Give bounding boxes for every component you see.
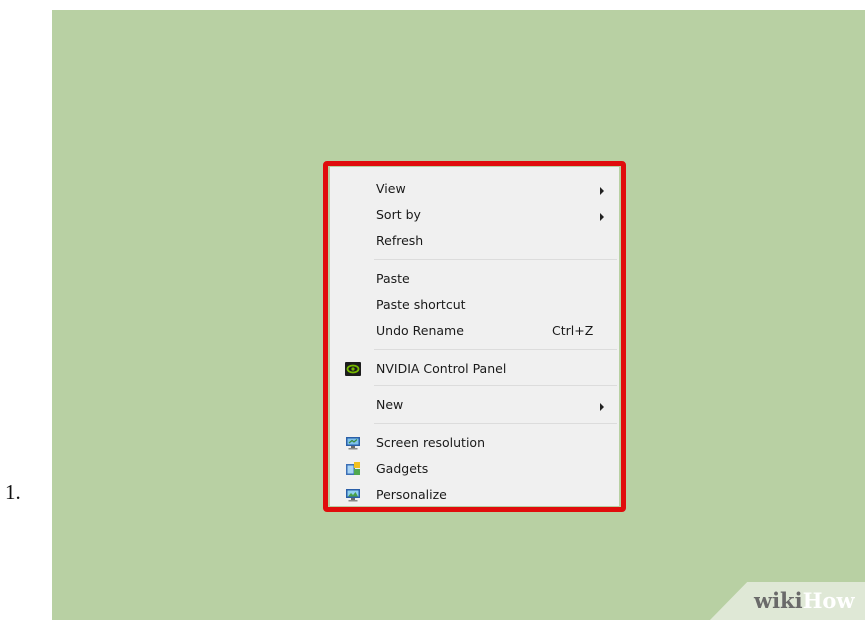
menu-item-refresh[interactable]: Refresh: [330, 229, 619, 253]
menu-item-label: Sort by: [376, 207, 421, 222]
menu-item-label: New: [376, 397, 404, 412]
menu-item-paste[interactable]: Paste: [330, 267, 619, 291]
submenu-arrow-icon: [600, 403, 604, 411]
nvidia-icon: [345, 362, 361, 376]
menu-item-label: Undo Rename: [376, 323, 464, 338]
menu-item-shortcut: Ctrl+Z: [552, 323, 594, 338]
menu-separator: [374, 349, 617, 350]
menu-item-paste-shortcut[interactable]: Paste shortcut: [330, 293, 619, 317]
menu-separator: [374, 423, 617, 424]
menu-item-label: View: [376, 181, 406, 196]
menu-item-gadgets[interactable]: Gadgets: [330, 457, 619, 481]
menu-item-sort-by[interactable]: Sort by: [330, 203, 619, 227]
menu-item-label: Screen resolution: [376, 435, 486, 450]
menu-item-label: Paste: [376, 271, 410, 286]
menu-item-screen-resolution[interactable]: Screen resolution: [330, 431, 619, 455]
menu-item-new[interactable]: New: [330, 393, 619, 417]
personalize-icon: [346, 489, 360, 502]
context-menu: View Sort by Refresh Paste Paste shortcu…: [330, 167, 619, 506]
menu-item-label: Refresh: [376, 233, 424, 248]
watermark-how: How: [802, 588, 855, 613]
menu-item-label: Paste shortcut: [376, 297, 466, 312]
menu-item-nvidia-control-panel[interactable]: NVIDIA Control Panel: [330, 357, 619, 381]
gadgets-icon: [346, 462, 360, 475]
menu-item-view[interactable]: View: [330, 177, 619, 201]
menu-item-undo-rename[interactable]: Undo Rename Ctrl+Z: [330, 319, 619, 343]
watermark-text: wikiHow: [754, 588, 855, 613]
wikihow-watermark: wikiHow: [710, 582, 865, 620]
menu-separator: [374, 385, 617, 386]
menu-item-label: NVIDIA Control Panel: [376, 361, 507, 376]
menu-item-label: Personalize: [376, 487, 447, 502]
desktop[interactable]: View Sort by Refresh Paste Paste shortcu…: [52, 10, 865, 620]
step-number: 1.: [5, 480, 21, 504]
menu-item-label: Gadgets: [376, 461, 429, 476]
watermark-wiki: wiki: [754, 588, 803, 613]
submenu-arrow-icon: [600, 187, 604, 195]
submenu-arrow-icon: [600, 213, 604, 221]
menu-separator: [374, 259, 617, 260]
menu-item-personalize[interactable]: Personalize: [330, 483, 619, 507]
monitor-icon: [346, 437, 360, 450]
